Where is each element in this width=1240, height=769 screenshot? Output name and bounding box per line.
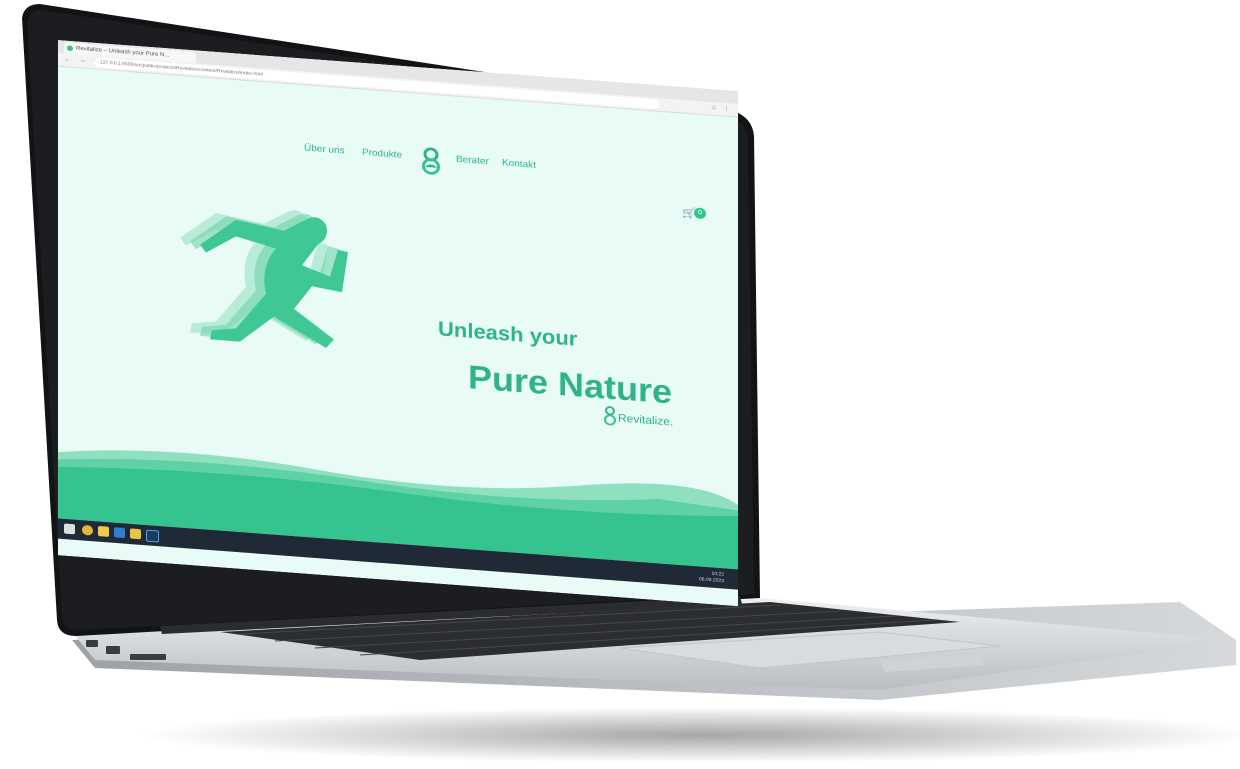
sd-card-slot xyxy=(130,654,166,660)
laptop-screen: Revitalize – Unleash your Pure N... ← → … xyxy=(58,40,738,607)
cart-count-badge: 0 xyxy=(694,207,706,220)
hdmi-port xyxy=(106,646,120,654)
nav-link-kontakt[interactable]: Kontakt xyxy=(502,158,536,171)
laptop-mockup: Revitalize – Unleash your Pure N... ← → … xyxy=(0,0,1240,769)
site-favicon-icon xyxy=(67,45,73,52)
vscode-app-icon[interactable] xyxy=(114,527,125,539)
file-explorer-icon[interactable] xyxy=(98,526,109,537)
brand-wordmark: Revitalize. xyxy=(618,411,674,429)
photoshop-app-icon[interactable] xyxy=(146,529,159,543)
nav-link-ueber-uns[interactable]: Über uns xyxy=(304,143,345,156)
usb-port xyxy=(86,640,98,647)
hero-headline-line2: Pure Nature xyxy=(468,357,673,411)
revitalize-brand-icon xyxy=(604,406,616,426)
sprinter-illustration xyxy=(180,210,348,349)
taskbar-date: 06.09.2023 xyxy=(698,576,724,584)
chrome-app-icon[interactable] xyxy=(82,524,93,536)
browser-window: Revitalize – Unleash your Pure N... ← → … xyxy=(58,40,738,607)
folder-app-icon[interactable] xyxy=(130,528,141,540)
windows-start-icon[interactable] xyxy=(64,523,75,535)
hero-headline-line1: Unleash your xyxy=(438,316,578,351)
revitalize-logo-icon[interactable] xyxy=(422,146,440,175)
nav-link-produkte[interactable]: Produkte xyxy=(362,147,402,160)
taskbar-clock: 10:22 06.09.2023 xyxy=(699,570,724,585)
browser-menu-icons[interactable]: ☆ ⋮ xyxy=(711,104,732,113)
nav-link-berater[interactable]: Berater xyxy=(456,154,489,167)
